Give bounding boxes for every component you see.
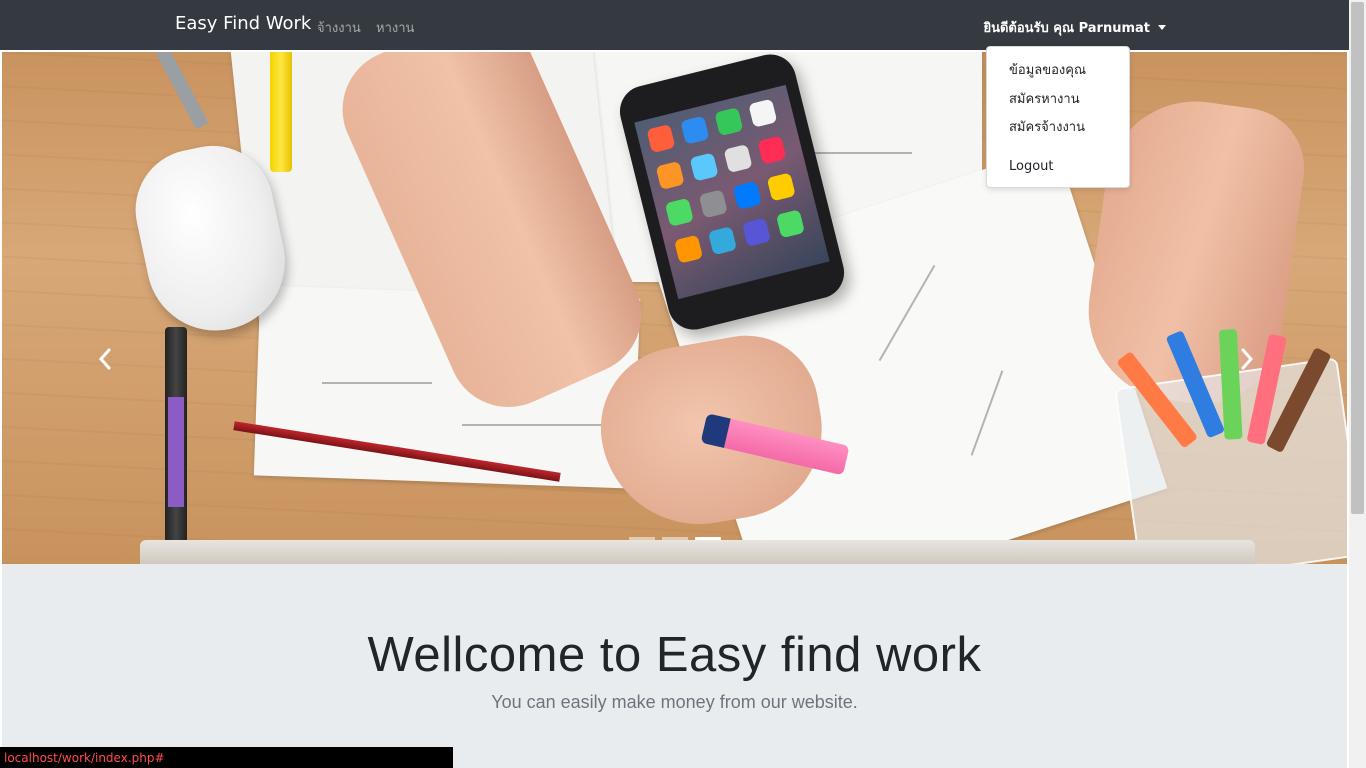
caret-down-icon [1158, 25, 1166, 30]
app-icon [698, 189, 728, 219]
app-icon [732, 180, 762, 210]
menu-item-profile[interactable]: ข้อมูลของคุณ [1009, 59, 1086, 80]
phone-screen [634, 84, 830, 300]
highlighter-yellow [270, 52, 292, 172]
welcome-jumbotron: Wellcome to Easy find work You can easil… [2, 564, 1347, 768]
hero-title: Wellcome to Easy find work [367, 628, 982, 682]
app-icon [775, 209, 805, 239]
app-icon [655, 160, 685, 191]
scrollbar-thumb[interactable] [1351, 2, 1364, 514]
app-icon [680, 115, 710, 145]
sketch-line [322, 382, 432, 384]
hero-subtitle: You can easily make money from our websi… [491, 692, 858, 712]
vertical-scrollbar[interactable] [1349, 0, 1366, 768]
user-menu-toggle[interactable]: ยินดีต้อนรับ คุณ Parnumat [983, 17, 1166, 38]
app-icon [748, 98, 778, 128]
hero-carousel [2, 52, 1347, 564]
app-icon [766, 172, 796, 202]
app-icon [646, 124, 676, 154]
carousel-prev-button[interactable] [98, 348, 112, 370]
carousel-indicators [629, 537, 721, 540]
chevron-right-icon [1241, 348, 1254, 370]
nav-link-hire[interactable]: จ้างงาน [317, 17, 361, 38]
app-icon [707, 226, 738, 256]
app-icon [723, 143, 753, 174]
app-icon [741, 217, 772, 247]
menu-item-apply-job[interactable]: สมัครหางาน [1009, 88, 1080, 109]
carousel-indicator-active[interactable] [695, 537, 721, 540]
carousel-next-button[interactable] [1240, 348, 1254, 370]
sketch-line [462, 424, 612, 426]
brand-link[interactable]: Easy Find Work [175, 13, 311, 34]
user-greeting: ยินดีต้อนรับ คุณ Parnumat [983, 21, 1150, 36]
pen-cup [1114, 328, 1347, 564]
status-bar-url: localhost/work/index.php# [0, 747, 453, 768]
menu-item-post-job[interactable]: สมัครจ้างงาน [1009, 116, 1085, 137]
carousel-indicator[interactable] [662, 537, 688, 540]
app-icon [674, 234, 704, 264]
menu-item-logout[interactable]: Logout [1009, 159, 1054, 174]
pen-purple [165, 327, 187, 564]
app-icon [664, 197, 694, 227]
monitor-edge [140, 540, 1255, 564]
page: Easy Find Work จ้างงาน หางาน ยินดีต้อนรั… [0, 0, 1366, 768]
app-icon [757, 135, 787, 165]
navbar: Easy Find Work จ้างงาน หางาน ยินดีต้อนรั… [0, 0, 1349, 50]
app-icon [689, 152, 719, 182]
user-dropdown-menu: ข้อมูลของคุณ สมัครหางาน สมัครจ้างงาน Log… [986, 46, 1130, 188]
app-icon [714, 107, 744, 137]
chevron-left-icon [98, 348, 111, 370]
nav-link-find-work[interactable]: หางาน [376, 17, 414, 38]
carousel-indicator[interactable] [629, 537, 655, 540]
